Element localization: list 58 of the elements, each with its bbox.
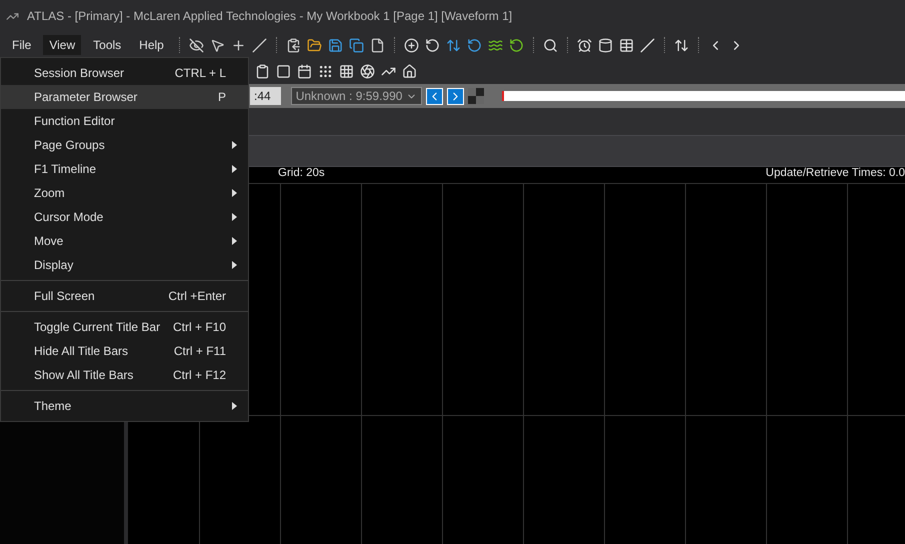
menu-item[interactable]: Help <box>133 35 170 55</box>
file-icon[interactable] <box>370 38 385 52</box>
session-dropdown[interactable]: Unknown : 9:59.990 <box>290 87 422 105</box>
submenu-arrow-icon <box>232 189 238 197</box>
alarm-clock-icon[interactable] <box>576 38 592 52</box>
copy-icon[interactable] <box>348 38 364 52</box>
next-button[interactable] <box>447 88 464 104</box>
menu-entry[interactable]: Display <box>1 253 248 277</box>
undo-icon[interactable] <box>466 38 482 52</box>
sort-icon[interactable] <box>674 38 689 52</box>
page-icon[interactable] <box>276 64 291 78</box>
menu-entry[interactable]: Move <box>1 229 248 253</box>
calendar-icon[interactable] <box>297 64 312 78</box>
menu-entry[interactable]: Hide All Title Bars Ctrl + F11 <box>1 339 248 363</box>
table-icon[interactable] <box>618 38 634 52</box>
window-title: ATLAS - [Primary] - McLaren Applied Technologies - My Workbook 1 [Page 1] [Waveform 1] <box>27 9 512 23</box>
menu-entry[interactable]: Show All Title Bars Ctrl + F12 <box>1 363 248 387</box>
grid-label: Grid: 20s <box>278 167 325 181</box>
menu-item[interactable]: File <box>6 35 38 55</box>
menu-entry[interactable]: Session Browser CTRL + L <box>1 61 248 85</box>
zoom-in-icon[interactable] <box>404 38 419 52</box>
home-icon[interactable] <box>402 64 417 78</box>
checker-icon[interactable] <box>468 88 484 104</box>
menu-entry[interactable]: Toggle Current Title Bar Ctrl + F10 <box>1 315 248 339</box>
submenu-arrow-icon <box>232 165 238 173</box>
menu-item[interactable]: Tools <box>87 35 128 55</box>
menu-entry[interactable]: Zoom <box>1 181 248 205</box>
clipboard-icon[interactable] <box>255 64 270 78</box>
submenu-arrow-icon <box>232 261 238 269</box>
undo-icon[interactable] <box>508 38 524 52</box>
submenu-arrow-icon <box>232 237 238 245</box>
menu-entry[interactable]: Theme <box>1 394 248 418</box>
times-label: Update/Retrieve Times: 0.0 <box>766 167 905 181</box>
menu-entry[interactable]: Page Groups <box>1 133 248 157</box>
previous-button[interactable] <box>426 88 444 104</box>
time-field[interactable]: :44 <box>250 87 281 105</box>
submenu-arrow-icon <box>232 213 238 221</box>
paste-icon[interactable] <box>286 38 301 52</box>
swap-icon[interactable] <box>446 38 461 52</box>
menu-entry[interactable]: Cursor Mode <box>1 205 248 229</box>
search-icon[interactable] <box>542 38 558 52</box>
submenu-arrow-icon <box>232 402 238 410</box>
folder-icon[interactable] <box>306 38 322 52</box>
menu-entry[interactable]: Full Screen Ctrl +Enter <box>1 284 248 308</box>
menu-entry[interactable]: F1 Timeline <box>1 157 248 181</box>
grid-icon[interactable] <box>339 64 354 78</box>
menu-entry[interactable]: Function Editor <box>1 109 248 133</box>
crosshair-icon[interactable] <box>230 38 246 52</box>
menu-item[interactable]: View <box>43 35 82 55</box>
menu-entry[interactable]: Parameter Browser P <box>1 85 248 109</box>
dots-icon[interactable] <box>318 64 333 78</box>
pointer-icon[interactable] <box>210 38 225 52</box>
submenu-arrow-icon <box>232 141 238 149</box>
database-icon[interactable] <box>598 38 613 52</box>
waves-icon[interactable] <box>488 38 503 52</box>
aperture-icon[interactable] <box>360 64 375 78</box>
hide-icon[interactable] <box>188 38 204 52</box>
save-icon[interactable] <box>328 38 343 52</box>
